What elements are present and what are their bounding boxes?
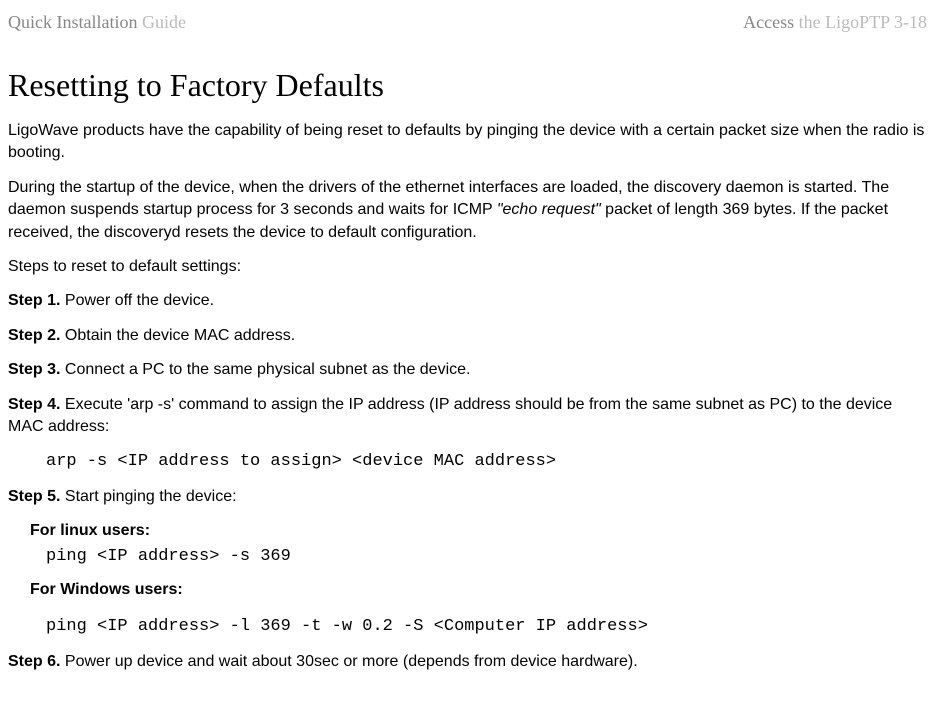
header-left-dark: Quick Installation: [8, 12, 137, 32]
linux-block: For linux users: ping <IP address> -s 36…: [30, 520, 927, 568]
linux-code: ping <IP address> -s 369: [46, 545, 927, 569]
windows-block: For Windows users: ping <IP address> -l …: [30, 579, 927, 639]
step-6-label: Step 6.: [8, 653, 60, 670]
step-5-label: Step 5.: [8, 488, 60, 505]
step-3: Step 3. Connect a PC to the same physica…: [8, 359, 927, 381]
intro-paragraph-2: During the startup of the device, when t…: [8, 177, 927, 244]
page-header: Quick Installation Guide Access the Ligo…: [8, 10, 927, 35]
step-6-text: Power up device and wait about 30sec or …: [60, 653, 637, 670]
header-left-light: Guide: [137, 12, 186, 32]
windows-label: For Windows users:: [30, 579, 927, 601]
intro-paragraph-1: LigoWave products have the capability of…: [8, 120, 927, 165]
step-5: Step 5. Start pinging the device:: [8, 486, 927, 508]
step-3-label: Step 3.: [8, 361, 60, 378]
header-left: Quick Installation Guide: [8, 10, 186, 35]
step-6: Step 6. Power up device and wait about 3…: [8, 651, 927, 673]
header-right-light: the LigoPTP 3-18: [794, 12, 927, 32]
header-right-dark: Access: [743, 12, 794, 32]
step-3-text: Connect a PC to the same physical subnet…: [60, 361, 470, 378]
windows-code: ping <IP address> -l 369 -t -w 0.2 -S <C…: [46, 615, 927, 639]
step-1: Step 1. Power off the device.: [8, 290, 927, 312]
header-right: Access the LigoPTP 3-18: [743, 10, 927, 35]
step-5-text: Start pinging the device:: [60, 488, 236, 505]
step-2-label: Step 2.: [8, 327, 60, 344]
step-1-text: Power off the device.: [60, 292, 214, 309]
step-4-text: Execute 'arp -s' command to assign the I…: [8, 396, 892, 435]
step-1-label: Step 1.: [8, 292, 60, 309]
step-2: Step 2. Obtain the device MAC address.: [8, 325, 927, 347]
step-4-code: arp -s <IP address to assign> <device MA…: [46, 450, 927, 474]
page-title: Resetting to Factory Defaults: [8, 63, 927, 108]
linux-label: For linux users:: [30, 520, 927, 542]
step-4: Step 4. Execute 'arp -s' command to assi…: [8, 394, 927, 439]
steps-intro: Steps to reset to default settings:: [8, 256, 927, 278]
step-4-label: Step 4.: [8, 396, 60, 413]
step-2-text: Obtain the device MAC address.: [60, 327, 295, 344]
para2-echo-request: "echo request": [497, 201, 601, 218]
